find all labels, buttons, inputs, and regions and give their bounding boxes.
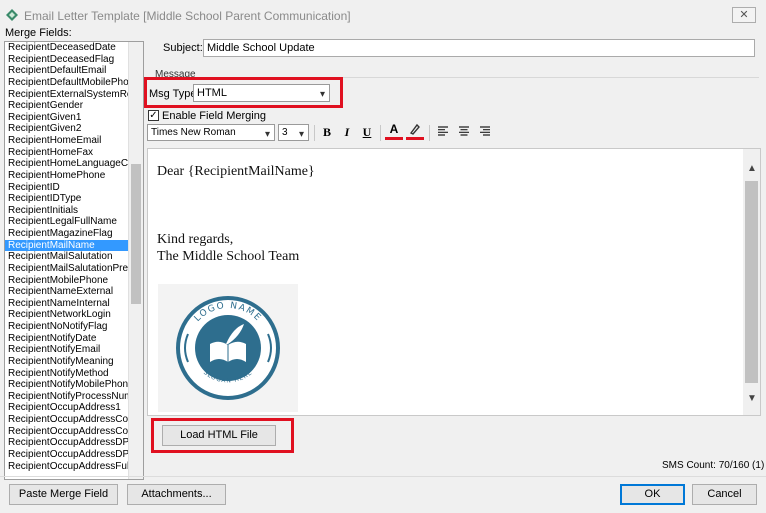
merge-field-item[interactable]: RecipientMagazineFlag (5, 228, 129, 240)
merge-field-item[interactable]: RecipientGiven1 (5, 112, 129, 124)
merge-field-item[interactable]: RecipientOccupAddress1 (5, 402, 129, 414)
merge-field-item[interactable]: RecipientMailSalutation (5, 251, 129, 263)
merge-fields-label: Merge Fields: (5, 27, 72, 39)
merge-field-item[interactable]: RecipientDefaultEmail (5, 65, 129, 77)
ok-button[interactable]: OK (620, 484, 685, 505)
msg-type-select[interactable]: HTML ▾ (193, 84, 330, 102)
merge-field-item[interactable]: RecipientNotifyDate (5, 333, 129, 345)
align-center-button[interactable] (455, 123, 473, 141)
merge-field-item[interactable]: RecipientIDType (5, 193, 129, 205)
paste-merge-field-button[interactable]: Paste Merge Field (9, 484, 118, 505)
align-center-icon (459, 126, 469, 136)
align-left-icon (438, 126, 448, 136)
align-right-button[interactable] (476, 123, 494, 141)
merge-field-item[interactable]: RecipientNotifyMobilePhone (5, 379, 129, 391)
merge-field-item[interactable]: RecipientDefaultMobilePhon (5, 77, 129, 89)
closing-line-2: The Middle School Team (157, 249, 300, 264)
highlight-color-button[interactable] (406, 122, 424, 140)
highlighter-icon (409, 123, 420, 135)
editor-scroll-thumb[interactable] (745, 181, 758, 383)
merge-field-item[interactable]: RecipientNameExternal (5, 286, 129, 298)
logo-image: LOGO NAME SLOGAN HERE (158, 284, 298, 412)
merge-field-item[interactable]: RecipientNotifyMeaning (5, 356, 129, 368)
enable-merging-label: Enable Field Merging (162, 110, 266, 122)
merge-field-item[interactable]: RecipientOccupAddressDPII (5, 437, 129, 449)
merge-field-item[interactable]: RecipientNotifyEmail (5, 344, 129, 356)
msg-type-value: HTML (197, 87, 227, 99)
scroll-down-icon[interactable]: ▼ (747, 393, 757, 404)
close-button[interactable]: ✕ (732, 7, 756, 23)
merge-field-item[interactable]: RecipientHomePhone (5, 170, 129, 182)
merge-field-item[interactable]: RecipientLegalFullName (5, 216, 129, 228)
merge-field-item[interactable]: RecipientNetworkLogin (5, 309, 129, 321)
bold-button[interactable]: B (318, 123, 336, 141)
font-size-value: 3 (282, 127, 288, 138)
merge-field-item[interactable]: RecipientMailSalutationPrefi (5, 263, 129, 275)
merge-field-item[interactable]: RecipientNameInternal (5, 298, 129, 310)
merge-field-item[interactable]: RecipientOccupAddressCom (5, 426, 129, 438)
merge-field-item[interactable]: RecipientGender (5, 100, 129, 112)
merge-field-item[interactable]: RecipientDeceasedFlag (5, 54, 129, 66)
attachments-button[interactable]: Attachments... (127, 484, 226, 505)
cancel-button[interactable]: Cancel (692, 484, 757, 505)
scroll-up-icon[interactable]: ▲ (747, 163, 757, 174)
merge-field-item[interactable]: RecipientHomeEmail (5, 135, 129, 147)
merge-field-item[interactable]: RecipientExternalSystemRe (5, 89, 129, 101)
editor-scrollbar[interactable]: ▲ ▼ (743, 149, 760, 415)
sms-count: SMS Count: 70/160 (1) (662, 460, 765, 471)
merge-field-item[interactable]: RecipientInitials (5, 205, 129, 217)
merge-field-item[interactable]: RecipientNotifyMethod (5, 368, 129, 380)
merge-field-item[interactable]: RecipientMobilePhone (5, 275, 129, 287)
subject-label: Subject: (163, 42, 203, 54)
font-name-value: Times New Roman (151, 127, 236, 138)
toolbar-separator (429, 125, 430, 141)
merge-field-item[interactable]: RecipientGiven2 (5, 123, 129, 135)
align-left-button[interactable] (434, 123, 452, 141)
font-color-button[interactable]: A (385, 122, 403, 140)
merge-field-item[interactable]: RecipientDeceasedDate (5, 42, 129, 54)
underline-button[interactable]: U (358, 123, 376, 141)
chevron-down-icon: ▾ (264, 129, 270, 140)
merge-field-item[interactable]: RecipientHomeLanguageCo (5, 158, 129, 170)
merge-field-item[interactable]: RecipientID (5, 182, 129, 194)
merge-field-item[interactable]: RecipientMailName (5, 239, 129, 252)
subject-input[interactable]: Middle School Update (203, 39, 755, 57)
message-editor[interactable]: Dear {RecipientMailName} Kind regards, T… (147, 148, 761, 416)
merge-field-item[interactable]: RecipientHomeFax (5, 147, 129, 159)
toolbar-separator (380, 125, 381, 141)
font-name-select[interactable]: Times New Roman ▾ (147, 124, 275, 141)
closing-line-1: Kind regards, (157, 232, 234, 247)
merge-fields-list[interactable]: RecipientDeceasedDate RecipientDeceasedFl… (4, 41, 144, 480)
font-size-select[interactable]: 3 ▾ (278, 124, 309, 141)
merge-fields-scrollbar[interactable] (128, 42, 143, 479)
merge-field-item[interactable]: RecipientOccupAddressCom (5, 414, 129, 426)
msg-type-label: Msg Type: (149, 88, 200, 100)
merge-fields-scroll-thumb[interactable] (131, 164, 141, 304)
window-title: Email Letter Template [Middle School Par… (24, 9, 351, 23)
load-html-file-button[interactable]: Load HTML File (162, 425, 276, 446)
align-right-icon (480, 126, 490, 136)
chevron-down-icon: ▾ (298, 129, 304, 140)
title-bar: Email Letter Template [Middle School Par… (0, 0, 766, 30)
merge-field-item[interactable]: RecipientOccupAddressFull (5, 461, 129, 473)
toolbar-separator (314, 125, 315, 141)
greeting-text: Dear {RecipientMailName} (157, 164, 315, 179)
merge-field-item[interactable]: RecipientOccupAddressDPII (5, 449, 129, 461)
italic-button[interactable]: I (338, 123, 356, 141)
enable-merging-checkbox[interactable]: ✓ (148, 110, 159, 121)
chevron-down-icon: ▾ (319, 89, 325, 100)
app-icon (6, 9, 18, 21)
merge-field-item[interactable]: RecipientNotifyProcessNum (5, 391, 129, 403)
footer-divider (0, 476, 766, 477)
merge-field-item[interactable]: RecipientNoNotifyFlag (5, 321, 129, 333)
